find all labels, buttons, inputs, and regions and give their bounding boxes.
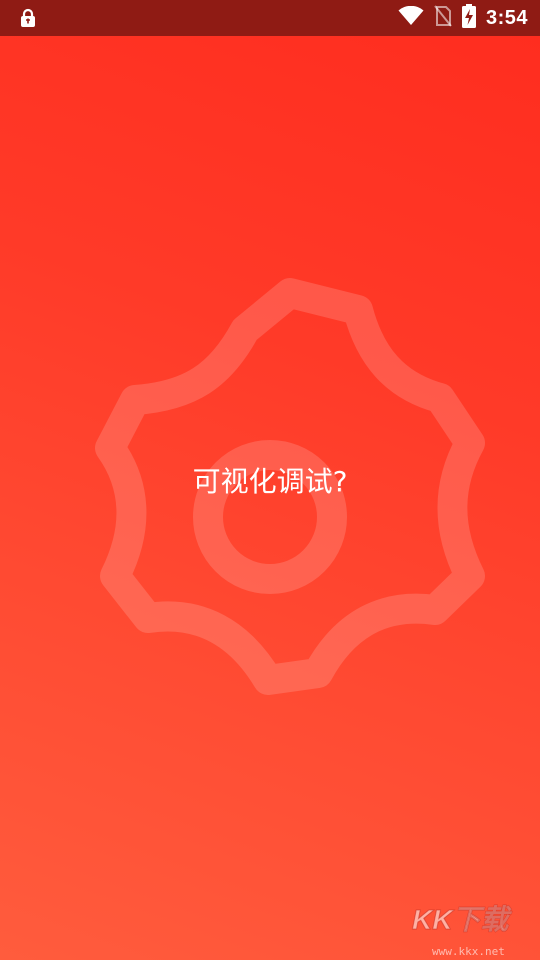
status-bar: 3:54 (0, 0, 540, 36)
lock-icon (18, 8, 38, 28)
status-time: 3:54 (485, 6, 528, 29)
main-screen[interactable]: 可视化调试? KK下载 www.kkx.net (0, 36, 540, 960)
watermark-logo: KK下载 www.kkx.net (411, 898, 532, 959)
watermark-url: www.kkx.net (432, 945, 505, 958)
status-icons: 3:54 (398, 0, 528, 36)
visual-debug-label: 可视化调试? (192, 465, 348, 498)
battery-charging-icon (461, 4, 476, 32)
watermark-logo-text: KK下载 (411, 904, 509, 936)
no-sim-icon (434, 5, 452, 31)
wifi-icon (398, 5, 424, 30)
